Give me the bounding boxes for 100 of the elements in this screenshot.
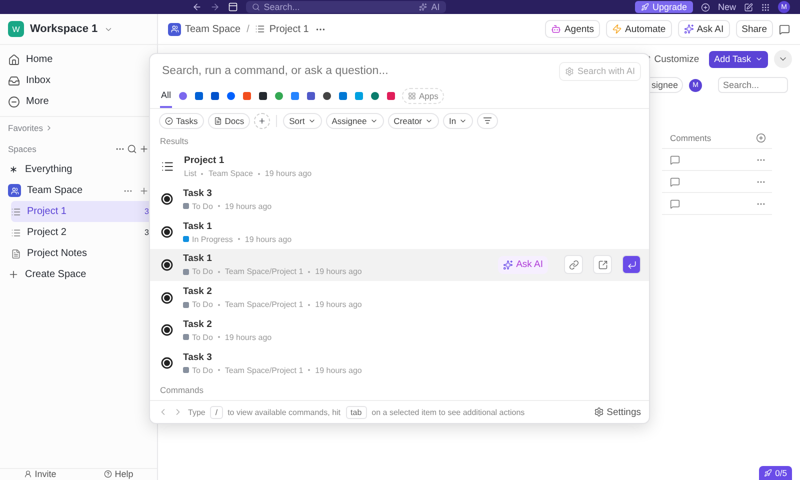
app-logo-icon[interactable] [210,91,220,102]
result-title: Project 1 [184,155,226,166]
gear-icon [565,66,574,76]
ask-ai-button[interactable]: Ask AI [498,256,548,274]
header-button[interactable]: Agents [545,20,600,38]
caret-icon [755,55,763,63]
section-label: Commands [159,384,204,397]
sidebar-item[interactable]: Team Space [4,180,153,201]
item-count: 3 [144,228,149,237]
result-item[interactable]: Task 2 To Do 19 hours ago [150,314,649,347]
result-item[interactable]: Task 1 In Progress 19 hours ago [150,216,649,249]
result-time: 19 hours ago [315,300,362,310]
result-time: 19 hours ago [315,366,362,375]
separator-dot [308,369,310,372]
result-status: To Do [192,366,213,375]
space-icon [8,184,21,197]
footer-link[interactable]: Invite [24,469,56,479]
result-item[interactable]: Task 1 To Do Team Space/Project 1 19 hours ago Ask AI [150,248,649,282]
plus-icon [139,186,149,196]
favorites-header[interactable]: Favorites [0,117,157,138]
rocket-icon [764,469,772,477]
new-button[interactable]: New [718,2,736,12]
apps-button[interactable]: Apps [402,88,444,104]
sidebar-item[interactable]: Project 2 3 [11,222,153,243]
result-item[interactable]: Task 3 To Do Team Space/Project 1 19 hours ago [150,346,649,380]
separator-dot [258,172,260,175]
nav-item[interactable]: Home [0,49,157,70]
sidebar-item[interactable]: Everything [4,159,153,180]
filter-dropdown[interactable]: Creator [388,112,440,129]
settings-button[interactable]: Settings [594,406,641,418]
result-item[interactable]: Task 2 To Do Team Space/Project 1 19 hours ago [150,281,649,314]
filter-dropdown[interactable]: In [443,112,474,129]
search-field[interactable]: Search... [718,77,788,93]
separator-dot [218,205,220,208]
search-icon [252,3,260,11]
copy-link-button[interactable] [564,255,583,274]
separator-dot [201,172,204,175]
chat-icon [779,24,790,34]
upgrade-button[interactable]: Upgrade [635,1,693,13]
document-icon [214,116,222,125]
filter-chip[interactable]: Docs [208,112,250,129]
result-status: To Do [192,300,213,310]
workspace-name[interactable]: Workspace 1 [30,23,98,35]
circle-icon [8,96,20,108]
filter-button[interactable] [477,112,498,129]
task-status-icon [161,292,173,304]
plus-icon [139,144,149,154]
separator-dot [218,369,220,372]
separator-dot [308,304,310,306]
source-tab[interactable]: All [160,84,172,108]
result-item[interactable]: Project 1 List Team Space 19 hours ago [150,150,649,184]
result-status: To Do [192,332,213,342]
add-filter-button[interactable] [254,112,270,129]
forward-icon [210,2,220,12]
task-status-icon [161,226,173,238]
result-location: Team Space/Project 1 [224,300,304,310]
result-status: To Do [192,267,213,276]
comment-icon [670,154,680,164]
result-item[interactable]: Task 3 To Do 19 hours ago [150,183,649,216]
header-button[interactable]: Share [736,20,773,38]
item-count: 3 [144,207,149,216]
app-logo-icon[interactable] [322,91,332,102]
filter-chip[interactable]: Tasks [159,112,204,129]
section-label: Spaces [8,144,38,154]
rocket-icon [641,3,650,11]
search-field[interactable]: Search... AI [246,1,446,13]
result-time: 19 hours ago [224,202,272,211]
result-title: Task 1 [183,220,213,232]
separator-dot [308,270,310,273]
result-status: In Progress [192,234,233,244]
inbox-icon [8,74,20,86]
enter-icon [626,260,636,270]
result-time: 19 hours ago [224,332,272,342]
sidebar-item[interactable]: Project Notes [11,243,153,264]
nav-item[interactable]: Inbox [0,70,157,91]
back-icon [192,2,202,12]
enter-button[interactable] [622,255,641,274]
task-status-icon [161,357,173,370]
footer-link[interactable]: Help [104,469,134,479]
add-task-button[interactable]: Add Task [709,50,768,68]
header-button[interactable]: Automate [606,20,672,38]
breadcrumb-item[interactable]: Team Space [168,22,241,36]
filter-dropdown[interactable]: Assignee [326,112,384,129]
progress-badge[interactable]: 0/5 [759,466,792,480]
plus-icon [756,132,766,142]
task-status-icon [161,193,173,206]
filter-dropdown[interactable]: Sort [283,112,322,129]
user-icon [24,470,32,478]
plus-icon [8,269,19,280]
task-status-icon [161,324,173,336]
result-title: Task 3 [183,188,213,199]
nav-item[interactable]: More [0,91,157,112]
link-icon [568,260,578,270]
app-logo-icon[interactable] [258,91,268,102]
open-button[interactable] [593,255,612,274]
help-icon [104,470,112,478]
breadcrumb-item[interactable]: Project 1 [255,24,309,34]
hint-text: on a selected item to see additional actions [372,408,525,417]
header-button[interactable]: Ask AI [678,20,730,38]
result-location: Team Space/Project 1 [224,366,304,375]
